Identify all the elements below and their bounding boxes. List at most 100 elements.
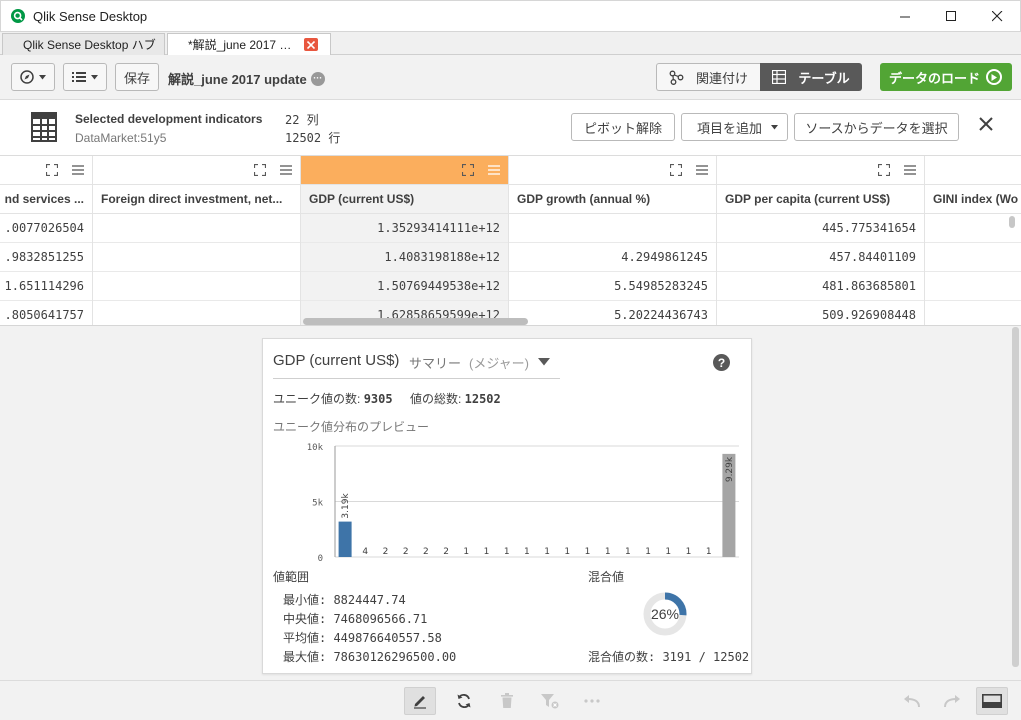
minimize-button[interactable] bbox=[882, 1, 928, 32]
max-value: 最大値: 78630126296500.00 bbox=[283, 650, 457, 664]
load-data-label: データのロード bbox=[889, 70, 981, 86]
navigation-button[interactable] bbox=[11, 63, 55, 91]
associations-button[interactable]: 関連付け bbox=[656, 63, 760, 91]
close-icon bbox=[307, 40, 315, 49]
column-header[interactable]: GINI index (Wo bbox=[925, 185, 1021, 214]
bar-label: 1 bbox=[524, 547, 530, 557]
min-value: 最小値: 8824447.74 bbox=[283, 593, 406, 607]
column-toolbar bbox=[717, 156, 924, 185]
edit-button[interactable] bbox=[404, 687, 436, 715]
select-from-source-button[interactable]: ソースからデータを選択 bbox=[794, 113, 959, 141]
column-header[interactable]: GDP growth (annual %) bbox=[509, 185, 716, 214]
table-cell: 5.54985283245 bbox=[509, 272, 716, 301]
minimize-icon bbox=[899, 16, 910, 18]
bar-label: 1 bbox=[544, 547, 550, 557]
table-cell: .8050641757 bbox=[0, 301, 92, 325]
table-cell bbox=[925, 301, 1021, 325]
chevron-down-icon bbox=[91, 74, 98, 79]
more-actions-button[interactable] bbox=[576, 687, 608, 715]
column-toolbar bbox=[301, 156, 508, 185]
column-header[interactable]: Foreign direct investment, net... bbox=[93, 185, 300, 214]
toggle-panel-button[interactable] bbox=[976, 687, 1008, 715]
associations-icon bbox=[669, 70, 684, 85]
table-cell bbox=[925, 214, 1021, 243]
y-tick-label: 10k bbox=[307, 443, 324, 453]
vertical-scrollbar[interactable] bbox=[1009, 216, 1015, 228]
column-menu-icon[interactable] bbox=[696, 165, 708, 175]
redo-button[interactable] bbox=[936, 687, 968, 715]
column-menu-icon[interactable] bbox=[280, 165, 292, 175]
refresh-button[interactable] bbox=[448, 687, 480, 715]
expand-icon[interactable] bbox=[670, 164, 682, 176]
clear-filter-button[interactable] bbox=[534, 687, 566, 715]
table-cell bbox=[925, 272, 1021, 301]
expand-icon[interactable] bbox=[462, 164, 474, 176]
column-toolbar bbox=[509, 156, 716, 185]
tab-label: *解説_june 2017 … bbox=[188, 38, 292, 52]
expand-icon[interactable] bbox=[254, 164, 266, 176]
column-menu-icon[interactable] bbox=[488, 165, 500, 175]
close-window-button[interactable] bbox=[974, 1, 1020, 32]
menu-button[interactable] bbox=[63, 63, 107, 91]
table-info-bar: Selected development indicators DataMark… bbox=[0, 100, 1021, 156]
expand-icon[interactable] bbox=[46, 164, 58, 176]
app-title: 解説_june 2017 update ··· bbox=[168, 69, 325, 88]
column-header[interactable]: GDP (current US$) bbox=[301, 185, 508, 214]
value-range-list: 最小値: 8824447.74 中央値: 7468096566.71 平均値: … bbox=[283, 591, 456, 667]
page-scrollbar[interactable] bbox=[1012, 327, 1019, 667]
table-cell: 1.651114296 bbox=[0, 272, 92, 301]
grid-column[interactable]: Foreign direct investment, net... bbox=[93, 156, 301, 325]
table-cell: 481.863685801 bbox=[717, 272, 924, 301]
tab-close-button[interactable] bbox=[304, 38, 318, 51]
expand-icon[interactable] bbox=[878, 164, 890, 176]
add-field-label: 項目を追加 bbox=[697, 120, 763, 136]
mixed-values-count: 混合値の数: 3191 / 12502 bbox=[588, 650, 750, 664]
bar-label: 1 bbox=[645, 547, 651, 557]
summary-label: サマリー bbox=[409, 356, 462, 371]
mean-value: 平均値: 449876640557.58 bbox=[283, 631, 442, 645]
bar-label: 2 bbox=[423, 547, 429, 557]
list-icon bbox=[72, 72, 86, 82]
table-cell: 4.2949861245 bbox=[509, 243, 716, 272]
maximize-button[interactable] bbox=[928, 1, 974, 32]
grid-column-selected[interactable]: GDP (current US$) 1.35293414111e+12 1.40… bbox=[301, 156, 509, 325]
grid-column[interactable]: GDP per capita (current US$) 445.7753416… bbox=[717, 156, 925, 325]
horizontal-scrollbar[interactable] bbox=[303, 318, 528, 325]
grid-column[interactable]: GDP growth (annual %) 4.2949861245 5.549… bbox=[509, 156, 717, 325]
column-header[interactable]: nd services ... bbox=[0, 185, 92, 214]
table-cell: 5.20224436743 bbox=[509, 301, 716, 325]
unique-value: 9305 bbox=[363, 392, 393, 406]
unpivot-button[interactable]: ピボット解除 bbox=[571, 113, 675, 141]
close-table-button[interactable] bbox=[978, 116, 994, 132]
save-button[interactable]: 保存 bbox=[115, 63, 159, 91]
trash-icon bbox=[501, 693, 513, 708]
mixed-percent: 26% bbox=[651, 606, 679, 622]
grid-column[interactable]: GINI index (Wo bbox=[925, 156, 1021, 325]
column-menu-icon[interactable] bbox=[72, 165, 84, 175]
column-header[interactable]: GDP per capita (current US$) bbox=[717, 185, 924, 214]
histogram-bar bbox=[338, 521, 352, 557]
grid-column[interactable]: nd services ... .0077026504 .9832851255 … bbox=[0, 156, 93, 325]
load-data-button[interactable]: データのロード bbox=[880, 63, 1012, 91]
data-grid[interactable]: nd services ... .0077026504 .9832851255 … bbox=[0, 156, 1021, 326]
table-cell: 509.926908448 bbox=[717, 301, 924, 325]
tab-bar: Qlik Sense Desktop ハブ *解説_june 2017 … bbox=[0, 32, 1021, 55]
add-field-button[interactable]: 項目を追加 bbox=[681, 113, 788, 141]
delete-button[interactable] bbox=[491, 687, 523, 715]
tab-hub[interactable]: Qlik Sense Desktop ハブ bbox=[2, 33, 165, 55]
more-icon[interactable]: ··· bbox=[310, 71, 325, 86]
data-table-icon bbox=[31, 112, 57, 142]
y-tick-label: 0 bbox=[318, 554, 323, 562]
play-icon bbox=[986, 69, 1002, 85]
close-icon bbox=[979, 117, 993, 131]
tab-app[interactable]: *解説_june 2017 … bbox=[167, 33, 331, 55]
column-menu-icon[interactable] bbox=[904, 165, 916, 175]
help-icon[interactable]: ? bbox=[713, 354, 730, 371]
column-toolbar bbox=[0, 156, 92, 185]
table-view-button[interactable]: テーブル bbox=[760, 63, 862, 91]
undo-button[interactable] bbox=[896, 687, 928, 715]
summary-dropdown[interactable] bbox=[538, 358, 550, 366]
toolbar: 保存 解説_june 2017 update ··· 関連付け テーブル データ… bbox=[0, 55, 1021, 100]
table-cell: 457.84401109 bbox=[717, 243, 924, 272]
table-cell bbox=[925, 243, 1021, 272]
